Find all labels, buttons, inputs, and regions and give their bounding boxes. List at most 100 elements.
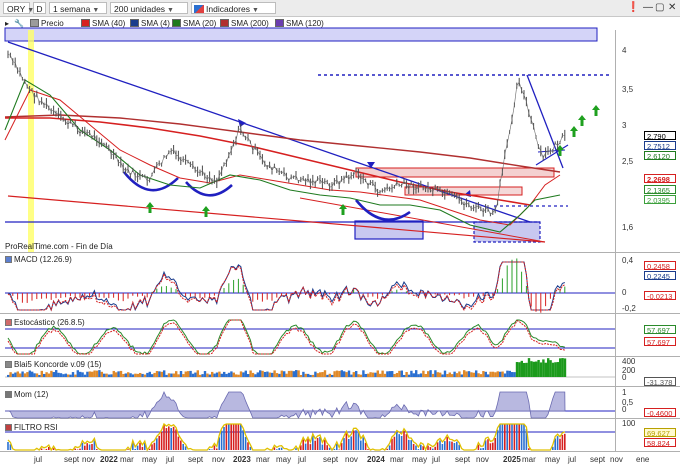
macd-panel [5,258,615,313]
x-axis-label: mar [256,455,270,464]
stoch-title[interactable]: Estocástico (26.8.5) [5,318,85,328]
blai5-bar [47,373,51,377]
macd-title[interactable]: MACD (12.26.9) [5,255,72,265]
x-axis-label: nov [345,455,358,464]
blai5-bar [424,373,427,377]
blai5-bar [311,374,315,377]
x-axis-label: jul [298,455,307,464]
panel-icon [5,391,12,398]
blai-y-tick: 0 [622,373,627,382]
blai5-bar [304,373,307,377]
blai5-bar [119,370,123,377]
blai5-title[interactable]: Blai5 Koncorde v.09 (15) [5,360,101,370]
blai5-bar [52,372,55,377]
blai5-bar [434,370,437,377]
blai5-bar [225,373,228,377]
blai5-bar [93,370,96,377]
blai5-bar [131,374,135,377]
blai5-bar [103,373,106,377]
panel-icon [5,424,12,431]
blai5-bar [388,371,391,377]
blai5-bar [115,372,118,377]
blai5-bar [249,370,252,377]
rsi-title[interactable]: FILTRO RSI [5,423,57,433]
blai5-bar [247,374,250,377]
blai5-bar [177,374,180,377]
sma20-line [4,79,561,233]
blai5-bar [463,370,466,377]
blai5-bar [230,371,233,377]
blai5-bar [95,370,99,377]
price-chart[interactable] [0,0,680,465]
blai5-bar [331,374,334,377]
blai5-bar [251,372,255,377]
x-axis-label: mar [522,455,536,464]
blai5-bar [40,370,43,377]
macd-signal [7,261,566,312]
blai5-bar [35,373,39,377]
blai5-bar [237,374,240,377]
blai5-bar [19,373,22,377]
rsi-tag: 58,824 [644,438,676,447]
blai5-bar [547,358,550,377]
blai5-bar [187,371,190,377]
blai5-bar [508,370,511,377]
blai5-bar [189,370,192,377]
blai5-bar [499,371,502,377]
x-axis-label: nov [610,455,623,464]
blai5-bar [287,370,291,377]
blai5-bar [239,371,243,377]
blai5-bar [520,360,523,377]
blai5-bar [280,370,283,377]
blai5-bar [273,370,276,377]
blai5-bar [415,370,418,377]
blai5-bar [179,371,183,377]
blai5-bar [345,372,348,377]
blai5-bar [242,372,245,377]
blai5-bar [67,374,70,377]
blai5-bar [391,371,394,377]
blai5-bar [407,374,411,377]
x-axis-label: nov [476,455,489,464]
blai5-bar [143,374,147,377]
price-annotations [4,27,612,252]
blai5-bar [479,374,483,377]
blai5-bar [525,362,528,377]
blai5-bar [290,370,293,377]
x-axis-label: jul [34,455,43,464]
blai5-bar [172,373,175,377]
mom-title[interactable]: Mom (12) [5,390,48,400]
price-tag-sma20: 2,6120 [644,151,676,160]
blai5-bar [343,371,346,377]
blai5-bar [465,371,468,377]
blai5-bar [501,371,504,377]
blai5-bar [549,360,552,377]
blai5-bar [544,362,547,377]
blai5-bar [352,372,355,377]
blai5-bar [23,373,27,377]
blai5-bar [371,372,375,377]
blai5-bar [151,374,154,377]
blai5-bar [259,370,262,377]
blai5-bar [11,373,15,377]
blai5-bar [335,370,339,377]
blai5-bar [69,374,72,377]
blai5-bar [491,371,495,377]
blai5-bar [333,371,336,377]
macd-y-tick: -0,2 [622,304,636,313]
blai5-bar [326,374,329,377]
blai5-bar [146,372,149,377]
blai5-bar [431,373,435,377]
blai5-bar [412,373,415,377]
x-axis-label: 2022 [100,455,118,464]
blai5-bar [470,372,473,377]
blai5-bar [448,372,451,377]
blai5-bar [33,373,36,377]
x-axis-label: jul [432,455,441,464]
panel-title-text: Blai5 Koncorde v.09 (15) [14,360,102,369]
x-axis-label: sept [590,455,606,464]
blai5-bar [417,374,420,377]
macd-y-tick: 0,4 [622,256,634,265]
blai5-bar [489,371,492,377]
blai5-bar [266,371,269,377]
